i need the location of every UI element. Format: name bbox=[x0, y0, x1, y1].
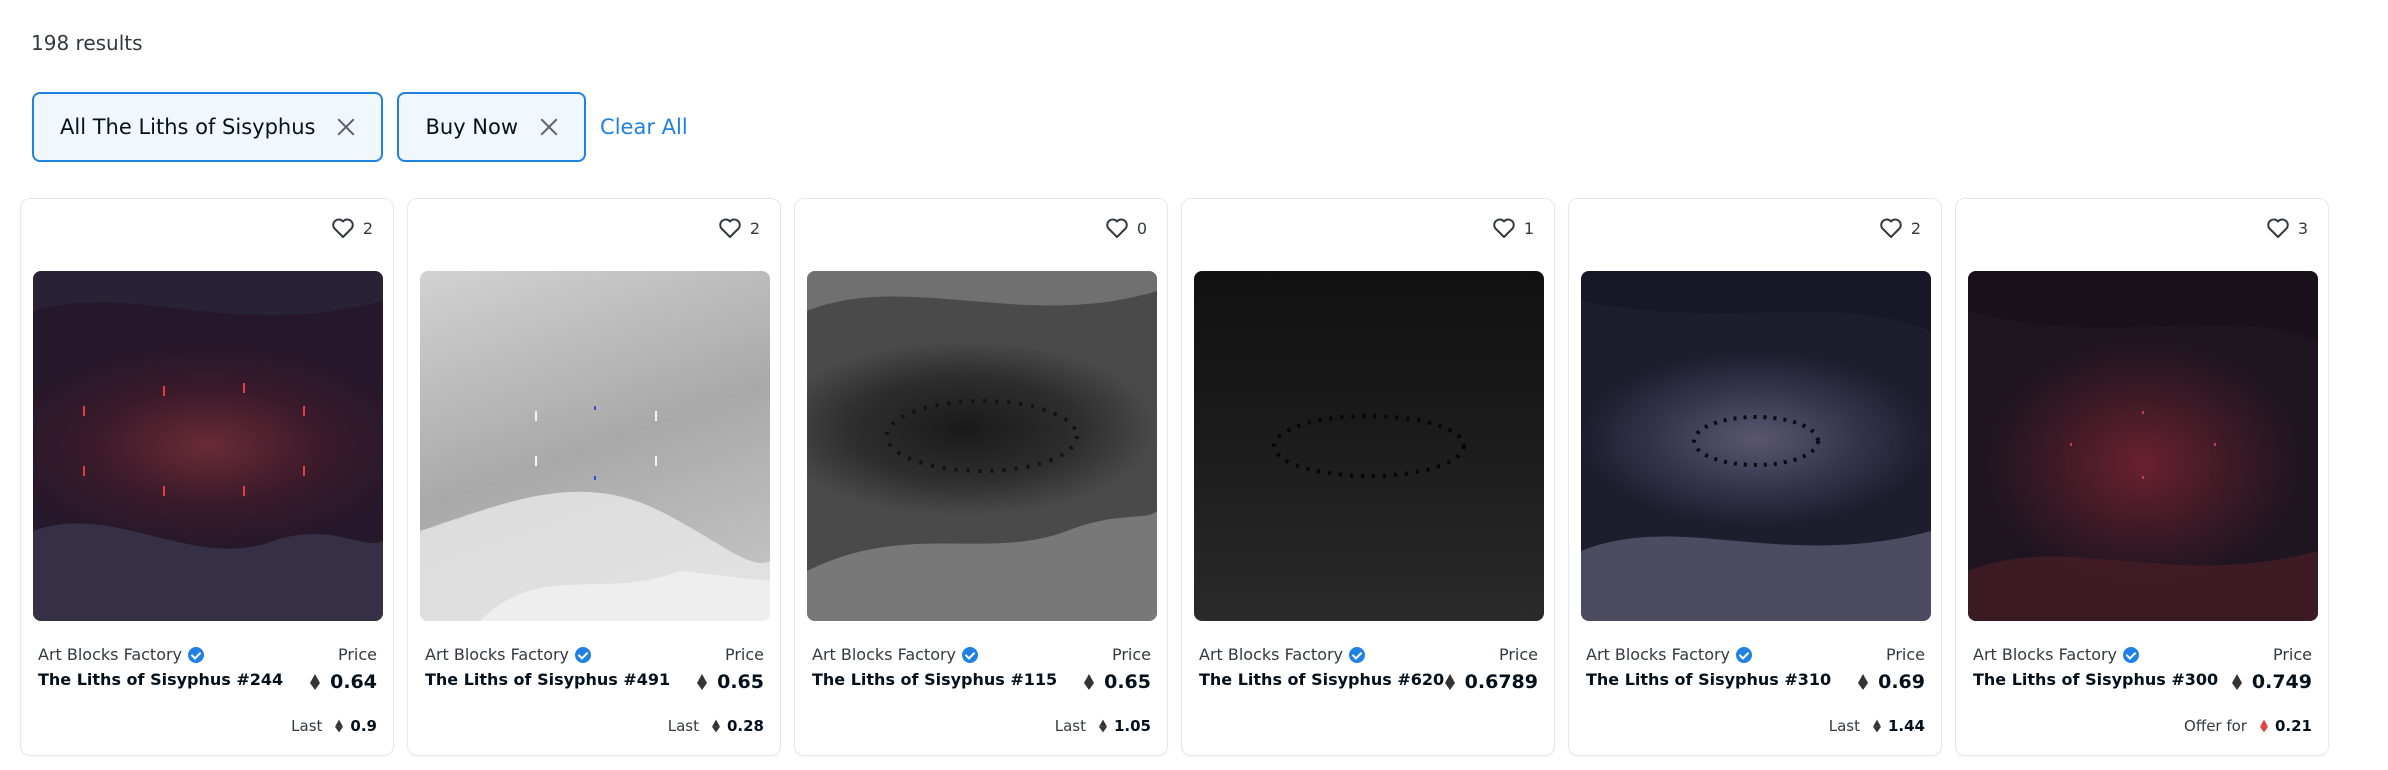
eth-icon bbox=[1872, 719, 1881, 733]
price-value: 0.64 bbox=[310, 671, 377, 693]
asset-card[interactable]: 2 Art Blocks Factory The Liths of Sisyph… bbox=[20, 198, 394, 756]
results-count: 198 results bbox=[31, 31, 143, 55]
verified-icon bbox=[1349, 646, 1366, 663]
asset-name[interactable]: The Liths of Sisyphus #244 bbox=[38, 670, 283, 689]
like-count: 2 bbox=[749, 218, 760, 238]
artwork-overlay bbox=[807, 271, 1157, 621]
artwork-overlay bbox=[33, 271, 383, 621]
like-count: 2 bbox=[362, 218, 373, 238]
nft-image[interactable] bbox=[1581, 271, 1931, 621]
favorite-button[interactable]: 1 bbox=[1492, 217, 1534, 239]
heart-icon bbox=[1106, 218, 1128, 238]
verified-icon bbox=[575, 646, 592, 663]
eth-icon bbox=[1098, 719, 1107, 733]
price-value: 0.65 bbox=[1084, 671, 1151, 693]
last-sale: Last 0.28 bbox=[667, 717, 764, 735]
artwork-overlay bbox=[1272, 414, 1466, 478]
close-icon[interactable] bbox=[337, 118, 355, 136]
asset-card[interactable]: 0 Art Blocks Factory The Liths of Sisyph… bbox=[794, 198, 1168, 756]
heart-icon bbox=[1493, 218, 1515, 238]
asset-name[interactable]: The Liths of Sisyphus #491 bbox=[425, 670, 670, 689]
heart-icon bbox=[1880, 218, 1902, 238]
price-label: Price bbox=[2272, 645, 2312, 664]
creator-name[interactable]: Art Blocks Factory bbox=[38, 645, 205, 664]
filter-chip-collection[interactable]: All The Liths of Sisyphus bbox=[32, 92, 384, 162]
heart-icon bbox=[719, 218, 741, 238]
like-count: 3 bbox=[2297, 218, 2308, 238]
last-sale: Last 0.9 bbox=[291, 717, 377, 735]
favorite-button[interactable]: 3 bbox=[2266, 217, 2308, 239]
artwork-overlay bbox=[1968, 271, 2318, 621]
last-sale: Last 1.44 bbox=[1828, 717, 1925, 735]
nft-image[interactable] bbox=[807, 271, 1157, 621]
eth-icon bbox=[711, 719, 720, 733]
eth-icon bbox=[310, 674, 321, 690]
verified-icon bbox=[188, 646, 205, 663]
price-label: Price bbox=[724, 645, 764, 664]
filter-chip-label: Buy Now bbox=[425, 115, 519, 139]
price-label: Price bbox=[1885, 645, 1925, 664]
asset-name[interactable]: The Liths of Sisyphus #115 bbox=[812, 670, 1057, 689]
filter-chip-buy-now[interactable]: Buy Now bbox=[397, 92, 587, 162]
active-filters: All The Liths of Sisyphus Buy Now Clear … bbox=[32, 92, 688, 162]
creator-name[interactable]: Art Blocks Factory bbox=[1199, 645, 1366, 664]
creator-name[interactable]: Art Blocks Factory bbox=[1586, 645, 1753, 664]
clear-all-link[interactable]: Clear All bbox=[600, 115, 688, 139]
heart-icon bbox=[2267, 218, 2289, 238]
like-count: 1 bbox=[1523, 218, 1534, 238]
best-offer: Offer for 0.21 bbox=[2184, 717, 2312, 735]
nft-image[interactable] bbox=[1968, 271, 2318, 621]
asset-name[interactable]: The Liths of Sisyphus #310 bbox=[1586, 670, 1831, 689]
filter-chip-label: All The Liths of Sisyphus bbox=[60, 115, 316, 139]
asset-name[interactable]: The Liths of Sisyphus #300 bbox=[1973, 670, 2218, 689]
eth-icon bbox=[2231, 674, 2242, 690]
last-sale: Last 1.05 bbox=[1054, 717, 1151, 735]
eth-icon bbox=[697, 674, 708, 690]
price-value: 0.6789 bbox=[1444, 671, 1538, 693]
creator-name[interactable]: Art Blocks Factory bbox=[425, 645, 592, 664]
creator-name[interactable]: Art Blocks Factory bbox=[1973, 645, 2140, 664]
verified-icon bbox=[2123, 646, 2140, 663]
nft-image[interactable] bbox=[33, 271, 383, 621]
asset-card[interactable]: 2 Art Blocks Factory The Liths of Sisyph… bbox=[407, 198, 781, 756]
favorite-button[interactable]: 0 bbox=[1105, 217, 1147, 239]
asset-name[interactable]: The Liths of Sisyphus #620 bbox=[1199, 670, 1444, 689]
favorite-button[interactable]: 2 bbox=[331, 217, 373, 239]
creator-name[interactable]: Art Blocks Factory bbox=[812, 645, 979, 664]
weth-icon bbox=[2259, 719, 2268, 733]
verified-icon bbox=[1736, 646, 1753, 663]
price-label: Price bbox=[1111, 645, 1151, 664]
asset-card[interactable]: 2 Art Blocks Factory The Liths of Sisyph… bbox=[1568, 198, 1942, 756]
asset-card[interactable]: 1 Art Blocks Factory The Liths of Sisyph… bbox=[1181, 198, 1555, 756]
price-value: 0.69 bbox=[1858, 671, 1925, 693]
close-icon[interactable] bbox=[540, 118, 558, 136]
eth-icon bbox=[1084, 674, 1095, 690]
eth-icon bbox=[1858, 674, 1869, 690]
artwork-overlay bbox=[420, 406, 770, 621]
like-count: 0 bbox=[1136, 218, 1147, 238]
asset-grid: 2 Art Blocks Factory The Liths of Sisyph… bbox=[20, 198, 2349, 756]
nft-image[interactable] bbox=[420, 271, 770, 621]
artwork-overlay bbox=[1581, 271, 1931, 621]
verified-icon bbox=[962, 646, 979, 663]
price-label: Price bbox=[1498, 645, 1538, 664]
price-value: 0.65 bbox=[697, 671, 764, 693]
nft-image[interactable] bbox=[1194, 271, 1544, 621]
eth-icon bbox=[1444, 674, 1455, 690]
price-value: 0.749 bbox=[2231, 671, 2312, 693]
eth-icon bbox=[335, 719, 344, 733]
asset-card[interactable]: 3 Art Blocks Factory The Liths of Sisyph… bbox=[1955, 198, 2329, 756]
favorite-button[interactable]: 2 bbox=[718, 217, 760, 239]
like-count: 2 bbox=[1910, 218, 1921, 238]
favorite-button[interactable]: 2 bbox=[1879, 217, 1921, 239]
price-label: Price bbox=[337, 645, 377, 664]
heart-icon bbox=[332, 218, 354, 238]
